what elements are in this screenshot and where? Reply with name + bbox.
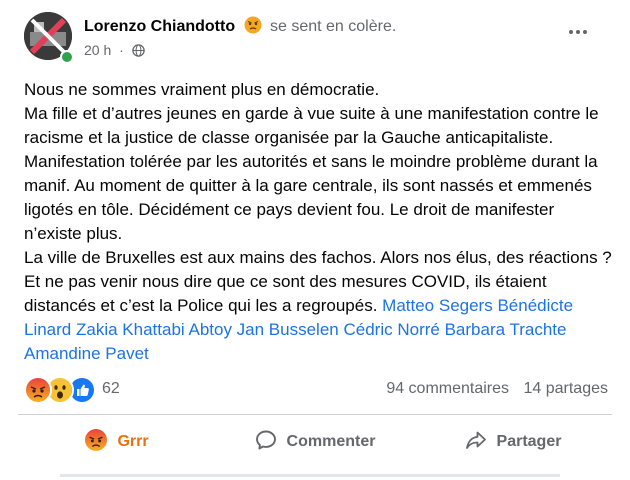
- post-paragraph: Nous ne sommes vraiment plus en démocrat…: [24, 80, 380, 99]
- grrr-label: Grrr: [117, 433, 149, 450]
- meta-separator: ·: [119, 42, 124, 58]
- post-paragraph: Ma fille et d’autres jeunes en garde à v…: [24, 104, 599, 243]
- post-body: Nous ne sommes vraiment plus en démocrat…: [24, 78, 614, 366]
- globe-icon[interactable]: [131, 44, 145, 60]
- reaction-count[interactable]: 62: [102, 380, 120, 398]
- post-time[interactable]: 20 h: [84, 42, 111, 58]
- tag-link[interactable]: Cédric Norré: [343, 320, 439, 339]
- angry-face-icon: [85, 428, 117, 456]
- online-status-dot: [60, 50, 74, 64]
- angry-face-icon: [24, 376, 52, 404]
- shares-count[interactable]: 14 partages: [523, 380, 608, 397]
- actions-divider: [18, 414, 612, 415]
- angry-face-icon: [244, 16, 262, 39]
- share-button[interactable]: Partager: [414, 420, 612, 464]
- grrr-button[interactable]: Grrr: [18, 420, 216, 464]
- post-paragraph-with-tags: La ville de Bruxelles est aux mains des …: [24, 246, 614, 366]
- author-name[interactable]: Lorenzo Chiandotto: [84, 18, 235, 35]
- post-title-line: Lorenzo Chiandotto se sent en colère.: [84, 16, 396, 39]
- comment-label: Commenter: [286, 433, 376, 450]
- comments-count[interactable]: 94 commentaires: [386, 380, 509, 397]
- tag-link[interactable]: Barbara Trachte: [445, 320, 567, 339]
- next-post-peek: [0, 470, 630, 480]
- comment-button[interactable]: Commenter: [216, 420, 414, 464]
- post-stats: 62 94 commentaires 14 partages: [24, 376, 608, 404]
- post-meta: 20 h ·: [84, 42, 145, 60]
- tag-link[interactable]: Amandine Pavet: [24, 344, 149, 363]
- engagement-counts: 94 commentaires 14 partages: [386, 380, 608, 398]
- share-arrow-icon: [465, 429, 497, 456]
- tag-link[interactable]: Abtoy Jan Busselen: [188, 320, 338, 339]
- tag-link[interactable]: Zakia Khattabi: [76, 320, 185, 339]
- share-label: Partager: [496, 433, 562, 450]
- post-actions: Grrr Commenter Partager: [18, 420, 612, 464]
- post-header: Lorenzo Chiandotto se sent en colère. 20…: [24, 12, 612, 64]
- feeling-text: se sent en colère.: [270, 18, 397, 35]
- next-post-placeholder: [60, 474, 560, 477]
- comment-bubble-icon: [255, 429, 287, 456]
- tag-link[interactable]: Matteo Segers: [382, 296, 493, 315]
- post-card: Lorenzo Chiandotto se sent en colère. 20…: [0, 0, 630, 480]
- more-options-icon[interactable]: [566, 22, 590, 42]
